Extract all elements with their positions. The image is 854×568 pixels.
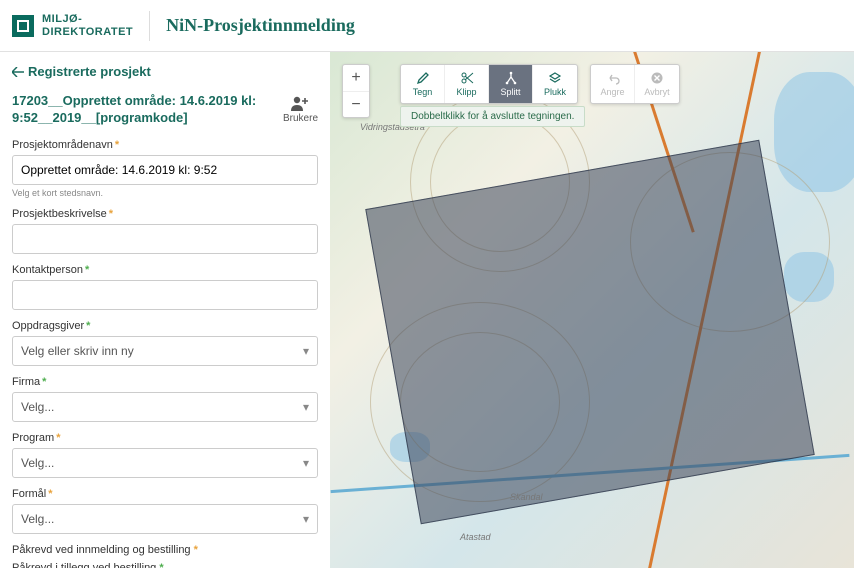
back-to-projects-link[interactable]: Registrerte prosjekt (12, 64, 318, 79)
users-button[interactable]: Brukere (283, 95, 318, 124)
legend-required-submit: Påkrevd ved innmelding og bestilling * (12, 544, 318, 556)
zoom-control: + − (342, 64, 370, 118)
caret-down-icon: ▾ (303, 400, 309, 414)
firm-label: Firma* (12, 376, 318, 388)
tool-label: Avbryt (644, 87, 669, 97)
project-title: 17203__Opprettet område: 14.6.2019 kl: 9… (12, 93, 272, 127)
program-select-value: Velg... (21, 456, 54, 470)
caret-down-icon: ▾ (303, 512, 309, 526)
scissors-icon (460, 71, 474, 85)
undo-icon (606, 71, 620, 85)
app-header: MILJØ- DIREKTORATET NiN-Prosjektinnmeldi… (0, 0, 854, 52)
program-select[interactable]: Velg... ▾ (12, 448, 318, 478)
description-input[interactable] (12, 224, 318, 254)
header-divider (149, 11, 150, 41)
description-label: Prosjektbeskrivelse* (12, 208, 318, 220)
tool-label: Splitt (500, 87, 520, 97)
tool-tegn[interactable]: Tegn (401, 65, 445, 103)
client-select-value: Velg eller skriv inn ny (21, 344, 134, 358)
program-label: Program* (12, 432, 318, 444)
back-link-label: Registrerte prosjekt (28, 64, 151, 79)
draw-hint: Dobbeltklikk for å avslutte tegningen. (400, 106, 585, 127)
tool-label: Klipp (456, 87, 476, 97)
map-surface[interactable]: Vidringstadsetra Skandal Atastad (330, 52, 854, 568)
contact-input[interactable] (12, 280, 318, 310)
map-panel[interactable]: Vidringstadsetra Skandal Atastad + − Teg… (330, 52, 854, 568)
tool-splitt[interactable]: Splitt (489, 65, 533, 103)
tool-label: Tegn (413, 87, 433, 97)
purpose-label: Formål* (12, 488, 318, 500)
caret-down-icon: ▾ (303, 344, 309, 358)
users-plus-icon (290, 95, 310, 111)
drawn-polygon[interactable] (365, 140, 814, 525)
caret-down-icon: ▾ (303, 456, 309, 470)
contact-label: Kontaktperson* (12, 264, 318, 276)
pencil-icon (416, 71, 430, 85)
split-icon (504, 71, 518, 85)
form-panel: Registrerte prosjekt 17203__Opprettet om… (0, 52, 330, 568)
firm-select-value: Velg... (21, 400, 54, 414)
purpose-select-value: Velg... (21, 512, 54, 526)
cancel-icon (650, 71, 664, 85)
zoom-out-button[interactable]: − (343, 91, 369, 117)
edit-toolbar: Angre Avbryt (590, 64, 680, 104)
users-label: Brukere (283, 113, 318, 124)
arrow-left-icon (12, 67, 24, 77)
purpose-select[interactable]: Velg... ▾ (12, 504, 318, 534)
area-name-input[interactable] (12, 155, 318, 185)
zoom-in-button[interactable]: + (343, 65, 369, 91)
app-title: NiN-Prosjektinnmelding (166, 15, 355, 36)
layers-icon (548, 71, 562, 85)
tool-label: Plukk (544, 87, 566, 97)
client-select[interactable]: Velg eller skriv inn ny ▾ (12, 336, 318, 366)
firm-select[interactable]: Velg... ▾ (12, 392, 318, 422)
draw-toolbar: Tegn Klipp Splitt Plukk (400, 64, 578, 104)
client-label: Oppdragsgiver* (12, 320, 318, 332)
org-name: MILJØ- DIREKTORATET (42, 13, 133, 37)
tool-angre[interactable]: Angre (591, 65, 635, 103)
tool-label: Angre (600, 87, 624, 97)
area-name-helper: Velg et kort stedsnavn. (12, 188, 318, 198)
tool-plukk[interactable]: Plukk (533, 65, 577, 103)
tool-klipp[interactable]: Klipp (445, 65, 489, 103)
org-logo (12, 15, 34, 37)
area-name-label: Prosjektområdenavn* (12, 139, 318, 151)
legend-required-order: Påkrevd i tillegg ved bestilling * (12, 562, 318, 568)
tool-avbryt[interactable]: Avbryt (635, 65, 679, 103)
